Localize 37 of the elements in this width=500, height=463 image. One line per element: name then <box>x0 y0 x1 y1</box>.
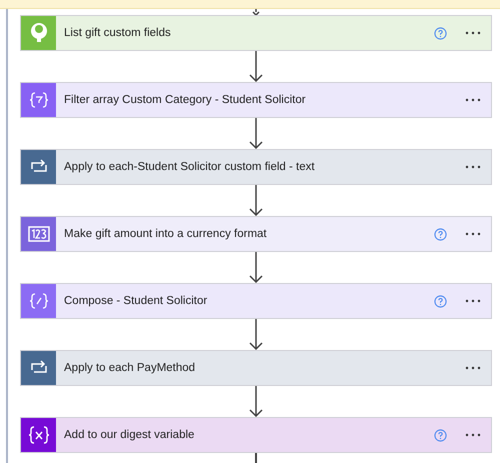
arrow-connector <box>249 252 263 283</box>
action-title: List gift custom fields <box>63 27 172 39</box>
arrow-connector <box>249 319 263 350</box>
compose-icon <box>21 284 56 318</box>
help-icon[interactable] <box>434 26 447 40</box>
more-options-icon[interactable] <box>465 299 481 303</box>
help-icon[interactable] <box>434 428 447 442</box>
help-icon[interactable] <box>434 294 447 308</box>
number-icon <box>21 217 56 251</box>
action-title: Make gift amount into a currency format <box>63 228 268 240</box>
action-card[interactable]: Add to our digest variable <box>20 417 492 453</box>
arrow-connector <box>249 118 263 149</box>
more-options-icon[interactable] <box>465 31 481 35</box>
loop-icon <box>21 150 56 184</box>
more-options-icon[interactable] <box>465 433 481 437</box>
action-card[interactable]: Make gift amount into a currency format <box>20 216 492 252</box>
more-options-icon[interactable] <box>465 98 481 102</box>
variable-icon <box>21 418 56 452</box>
action-card[interactable]: Apply to each-Student Solicitor custom field - text <box>20 149 492 185</box>
action-title: Add to our digest variable <box>63 429 196 441</box>
loop-icon <box>21 351 56 385</box>
action-title: Apply to each PayMethod <box>63 362 196 374</box>
filter-icon <box>21 83 56 117</box>
action-title: Apply to each-Student Solicitor custom field - text <box>63 161 316 173</box>
more-options-icon[interactable] <box>465 232 481 236</box>
arrow-connector <box>249 386 263 417</box>
help-icon[interactable] <box>434 228 447 240</box>
arrow-connector <box>249 185 263 216</box>
action-card[interactable]: List gift custom fields <box>20 15 492 51</box>
action-title: Filter array Custom Category - Student Solicitor <box>63 94 307 106</box>
action-card[interactable]: Apply to each PayMethod <box>20 350 492 386</box>
arrow-connector <box>249 51 263 82</box>
action-title: Compose - Student Solicitor <box>63 295 208 307</box>
action-card[interactable]: Filter array Custom Category - Student Solicitor <box>20 82 492 118</box>
more-options-icon[interactable] <box>465 165 481 169</box>
more-options-icon[interactable] <box>465 366 481 370</box>
action-card[interactable]: Compose - Student Solicitor <box>20 283 492 319</box>
